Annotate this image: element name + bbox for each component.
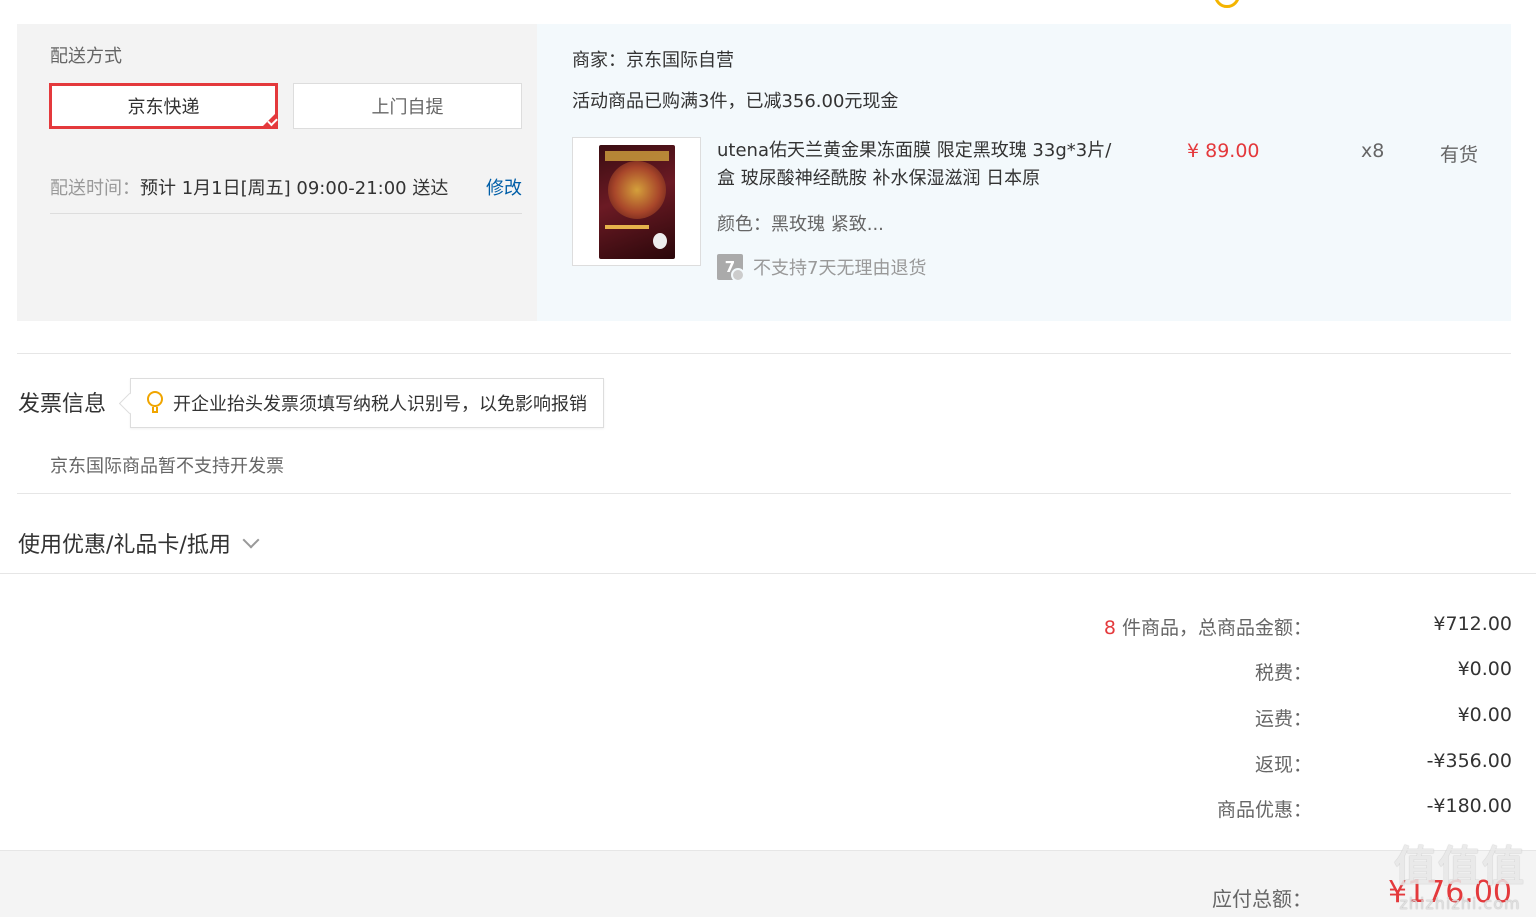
self-pickup-label: 上门自提 <box>371 97 444 118</box>
promo-text: 活动商品已购满3件，已减356.00元现金 <box>572 91 899 112</box>
summary-tax-row: 税费： ¥0.00 <box>0 658 1512 688</box>
order-items-panel: 商家：京东国际自营 活动商品已购满3件，已减356.00元现金 utena佑天兰… <box>537 24 1511 321</box>
checkout-page: 配送方式 京东快递 上门自提 配送时间：预计 1月1日[周五] 09:00-21… <box>0 0 1536 917</box>
product-variant: 颜色：黑玫瑰 紧致... <box>717 214 884 235</box>
divider <box>0 573 1536 574</box>
tax-label: 税费： <box>1254 662 1312 684</box>
delivery-time-value: 预计 1月1日[周五] 09:00-21:00 送达 <box>140 178 449 199</box>
summary-freight-row: 运费： ¥0.00 <box>0 704 1512 734</box>
invoice-note: 京东国际商品暂不支持开发票 <box>50 456 284 477</box>
coupon-toggle[interactable]: 使用优惠/礼品卡/抵用 <box>18 527 260 559</box>
info-icon <box>1214 0 1240 8</box>
delivery-method-label: 配送方式 <box>50 46 122 67</box>
product-price: ¥ 89.00 <box>1187 140 1260 162</box>
no-return-notice: 7 不支持7天无理由退货 <box>717 254 927 282</box>
shipping-section: 配送方式 京东快递 上门自提 配送时间：预计 1月1日[周五] 09:00-21… <box>17 24 1511 321</box>
delivery-time-row: 配送时间：预计 1月1日[周五] 09:00-21:00 送达 修改 <box>50 174 522 214</box>
discount-label: 商品优惠： <box>1216 799 1312 821</box>
invoice-tip-text: 开企业抬头发票须填写纳税人识别号，以免影响报销 <box>173 394 587 415</box>
total-label: 件商品，总商品金额： <box>1115 617 1312 639</box>
chevron-down-icon <box>242 531 260 549</box>
invoice-title: 发票信息 <box>18 392 107 417</box>
no-return-7day-icon: 7 <box>717 254 745 282</box>
freight-amount: ¥0.00 <box>1457 704 1512 726</box>
summary-discount-row: 商品优惠： -¥180.00 <box>0 795 1512 825</box>
merchant-name: 商家：京东国际自营 <box>572 50 734 71</box>
coupon-title: 使用优惠/礼品卡/抵用 <box>18 533 231 558</box>
delivery-panel: 配送方式 京东快递 上门自提 配送时间：预计 1月1日[周五] 09:00-21… <box>17 24 537 321</box>
watermark-url: zhizhizhi.com <box>1399 894 1521 913</box>
product-quantity: x8 <box>1361 140 1385 162</box>
watermark-text: 值值值 <box>1393 842 1526 891</box>
selected-check-icon <box>260 111 278 129</box>
jd-express-option[interactable]: 京东快递 <box>49 83 278 129</box>
freight-label: 运费： <box>1254 708 1312 730</box>
payable-bar: 应付总额： ¥176.00 <box>0 850 1536 917</box>
lightbulb-icon <box>147 391 163 415</box>
self-pickup-option[interactable]: 上门自提 <box>293 83 522 129</box>
invoice-tip: 开企业抬头发票须填写纳税人识别号，以免影响报销 <box>130 378 604 428</box>
no-return-text: 不支持7天无理由退货 <box>753 258 927 279</box>
product-thumbnail[interactable] <box>572 137 701 266</box>
cashback-label: 返现： <box>1254 754 1312 776</box>
product-name-link[interactable]: utena佑天兰黄金果冻面膜 限定黑玫瑰 33g*3片/盒 玻尿酸神经酰胺 补水… <box>717 137 1117 193</box>
cashback-amount: -¥356.00 <box>1426 750 1512 772</box>
total-amount: ¥712.00 <box>1433 613 1512 635</box>
divider <box>17 353 1511 354</box>
previous-section-edge <box>0 0 1536 8</box>
item-count: 8 <box>1103 617 1116 639</box>
edit-delivery-time-link[interactable]: 修改 <box>486 174 522 200</box>
summary-total-row: 8 件商品，总商品金额： ¥712.00 <box>0 613 1512 643</box>
product-image <box>598 144 675 259</box>
discount-amount: -¥180.00 <box>1426 795 1512 817</box>
tax-amount: ¥0.00 <box>1457 658 1512 680</box>
delivery-time-label: 配送时间： <box>50 178 140 199</box>
payable-label: 应付总额： <box>1212 887 1312 911</box>
stock-status: 有货 <box>1440 144 1479 166</box>
jd-express-label: 京东快递 <box>127 97 200 118</box>
watermark-logo: 值值值 zhizhizhi.com <box>1394 833 1526 913</box>
divider <box>17 493 1511 494</box>
summary-cashback-row: 返现： -¥356.00 <box>0 750 1512 780</box>
